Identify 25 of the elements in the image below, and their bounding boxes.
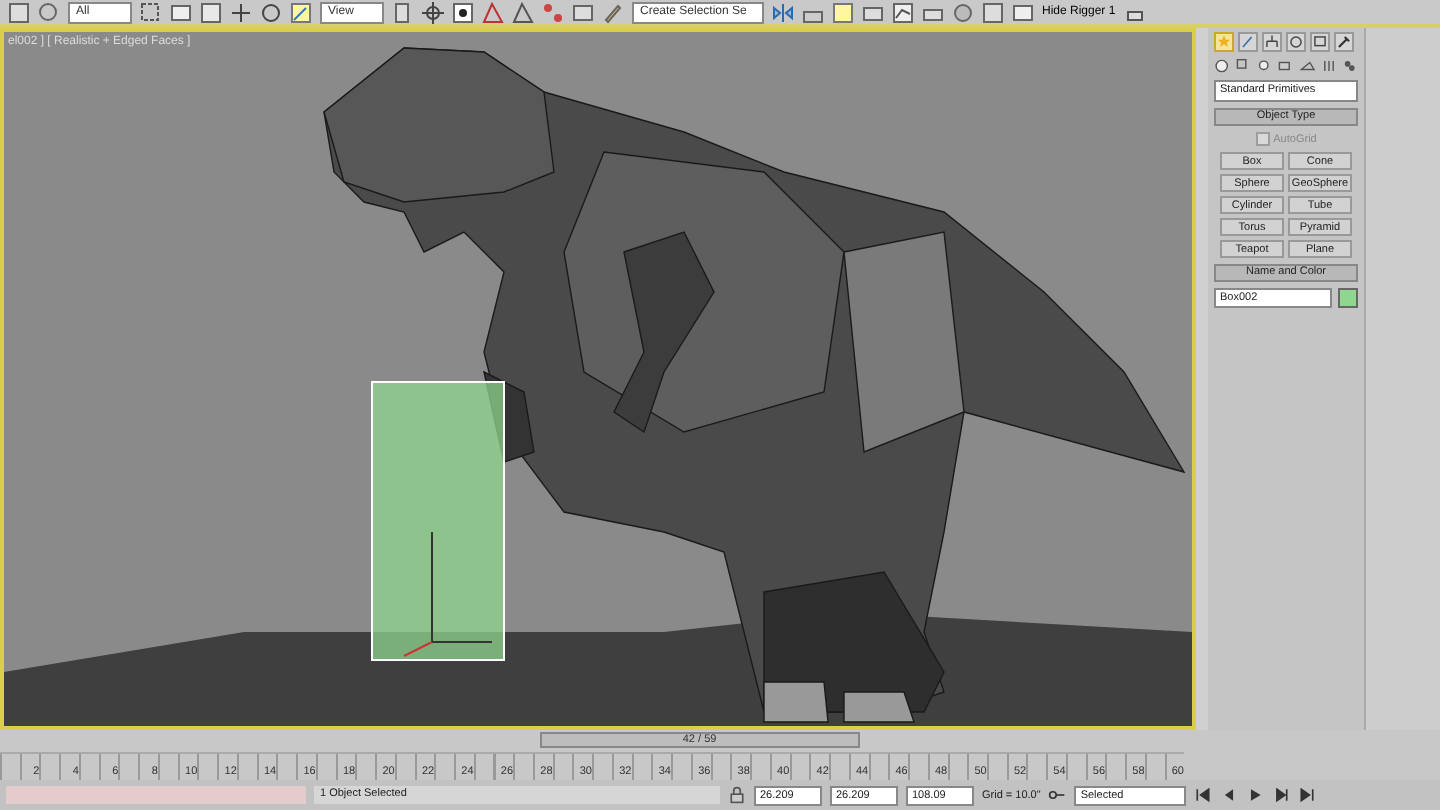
rotate-icon[interactable] — [260, 1, 282, 23]
hierarchy-tab[interactable] — [1262, 32, 1282, 52]
mirror-icon[interactable] — [772, 1, 794, 23]
display-tab[interactable] — [1310, 32, 1330, 52]
utilities-tab[interactable] — [1334, 32, 1354, 52]
motion-tab[interactable] — [1286, 32, 1306, 52]
go-to-start-icon[interactable] — [1194, 786, 1213, 804]
crosshair-icon[interactable] — [422, 1, 444, 23]
move-icon[interactable] — [230, 1, 252, 23]
key-icon[interactable] — [1048, 786, 1067, 804]
object-color-swatch[interactable] — [1338, 288, 1358, 308]
play-icon[interactable] — [1246, 786, 1265, 804]
transform-gizmo-icon[interactable] — [403, 531, 493, 657]
snap-icon[interactable] — [452, 1, 474, 23]
next-frame-icon[interactable] — [1272, 786, 1291, 804]
previous-frame-icon[interactable] — [1220, 786, 1239, 804]
go-to-end-icon[interactable] — [1298, 786, 1317, 804]
square-icon[interactable] — [200, 1, 222, 23]
curve-editor-icon[interactable] — [892, 1, 914, 23]
lock-icon[interactable] — [728, 786, 746, 804]
render-frame-icon[interactable] — [1012, 1, 1034, 23]
scale-icon[interactable] — [290, 1, 312, 23]
modify-tab[interactable] — [1238, 32, 1258, 52]
select-region-icon[interactable] — [140, 1, 162, 23]
window-icon[interactable] — [170, 1, 192, 23]
